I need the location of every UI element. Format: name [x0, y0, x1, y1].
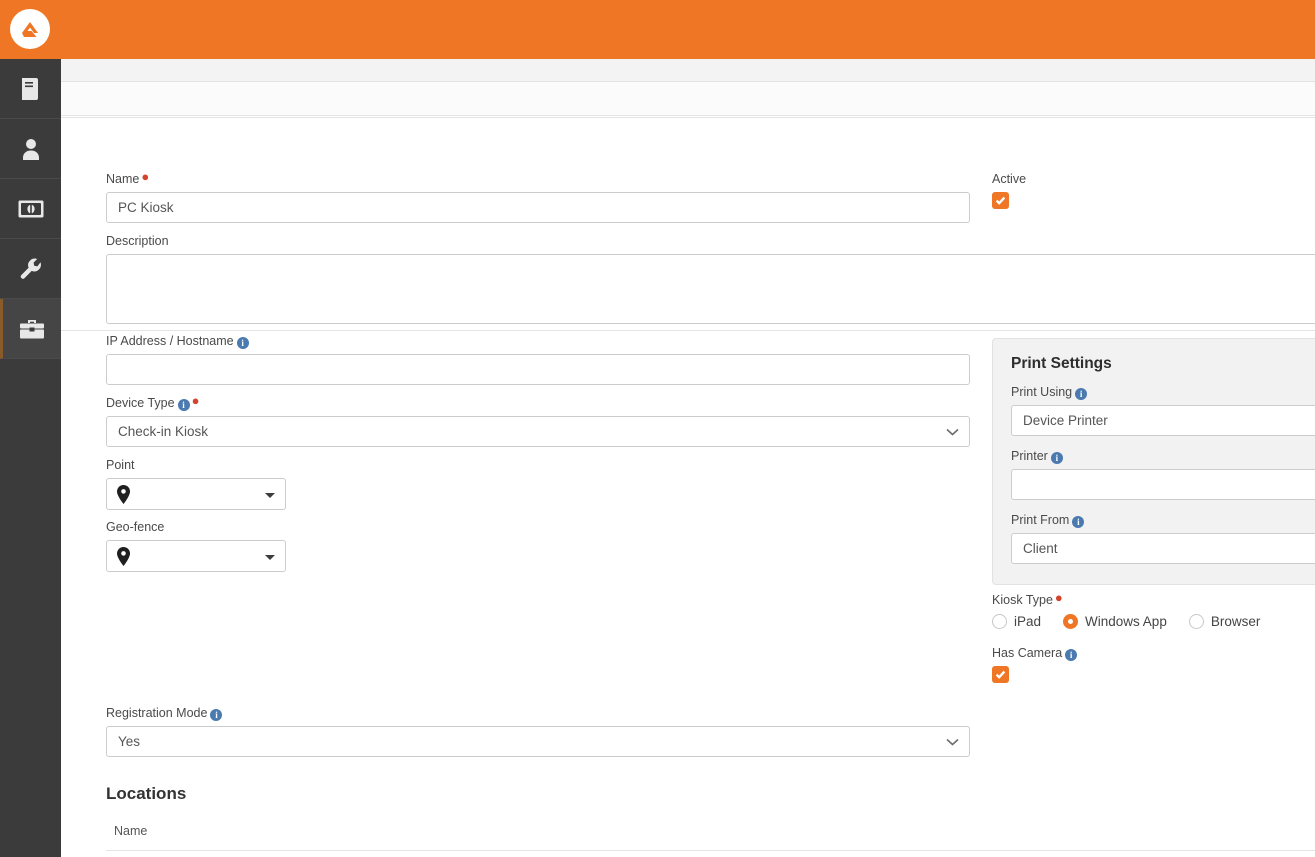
top-header-bar	[0, 0, 1315, 59]
print-from-select[interactable]: Client	[1011, 533, 1315, 564]
point-label: Point	[106, 457, 286, 473]
locations-grid: Name Main Campus	[106, 824, 1315, 857]
radio-selected-icon	[1063, 614, 1078, 629]
has-camera-field-group: Has Camerai	[992, 645, 1077, 683]
active-checkbox[interactable]	[992, 192, 1009, 209]
book-icon	[20, 77, 42, 101]
table-row[interactable]: Main Campus	[106, 851, 1315, 857]
sidebar-item-finance[interactable]	[0, 179, 61, 239]
caret-down-icon	[265, 555, 275, 560]
block-title-strip	[61, 59, 1315, 82]
locations-grid-header-row: Name	[106, 824, 1315, 850]
print-from-field-group: Print Fromi Client	[1011, 512, 1315, 564]
toolbox-icon	[19, 318, 45, 340]
radio-icon	[1189, 614, 1204, 629]
active-field-group: Active	[992, 171, 1026, 209]
sidebar-item-cms[interactable]	[0, 59, 61, 119]
sidebar-item-people[interactable]	[0, 119, 61, 179]
main-content: Edit Device Name● Active Description	[61, 59, 1315, 857]
radio-icon	[992, 614, 1007, 629]
edit-device-form: Name● Active Description IP Address / Ho…	[61, 116, 1315, 857]
name-field-group: Name●	[106, 171, 970, 223]
ip-address-input[interactable]	[106, 354, 970, 385]
has-camera-checkbox[interactable]	[992, 666, 1009, 683]
kiosk-type-option-browser[interactable]: Browser	[1189, 614, 1261, 629]
info-icon[interactable]: i	[1051, 452, 1063, 464]
map-pin-icon	[117, 485, 130, 504]
print-settings-title: Print Settings	[1011, 355, 1315, 373]
kiosk-type-option-ipad[interactable]: iPad	[992, 614, 1041, 629]
device-type-select[interactable]: Check-in Kiosk	[106, 416, 970, 447]
required-indicator: ●	[141, 169, 149, 184]
sidebar-item-tools[interactable]	[0, 299, 61, 359]
registration-mode-select[interactable]: Yes	[106, 726, 970, 757]
info-icon[interactable]: i	[210, 709, 222, 721]
kiosk-type-label: Kiosk Type●	[992, 592, 1315, 608]
print-using-field-group: Print Usingi Device Printer	[1011, 384, 1315, 436]
ip-address-label: IP Address / Hostnamei	[106, 333, 970, 349]
geofence-field-group: Geo-fence	[106, 519, 286, 572]
block-toolbar-strip	[61, 82, 1315, 116]
rock-rms-logo[interactable]	[10, 9, 50, 49]
name-label: Name●	[106, 171, 970, 187]
locations-column-name: Name	[106, 824, 1315, 838]
print-using-label: Print Usingi	[1011, 384, 1315, 400]
active-label: Active	[992, 171, 1026, 187]
geofence-picker[interactable]	[106, 540, 286, 572]
point-field-group: Point	[106, 457, 286, 510]
registration-mode-field-group: Registration Modei Yes	[106, 705, 970, 757]
section-divider-1	[61, 330, 1315, 331]
geofence-label: Geo-fence	[106, 519, 286, 535]
info-icon[interactable]: i	[1065, 649, 1077, 661]
point-picker[interactable]	[106, 478, 286, 510]
description-textarea[interactable]	[106, 254, 1315, 324]
info-icon[interactable]: i	[1072, 516, 1084, 528]
wrench-icon	[19, 257, 43, 281]
device-type-label: Device Typei●	[106, 395, 970, 411]
info-icon[interactable]: i	[1075, 388, 1087, 400]
locations-section: Locations Name Main Campus	[106, 784, 1315, 857]
map-pin-icon	[117, 547, 130, 566]
print-using-select[interactable]: Device Printer	[1011, 405, 1315, 436]
kiosk-type-option-windows-app[interactable]: Windows App	[1063, 614, 1167, 629]
info-icon[interactable]: i	[178, 399, 190, 411]
required-indicator: ●	[1055, 590, 1063, 605]
sidebar-item-admin[interactable]	[0, 239, 61, 299]
name-input[interactable]	[106, 192, 970, 223]
info-icon[interactable]: i	[237, 337, 249, 349]
printer-field-group: Printeri	[1011, 448, 1315, 500]
description-field-group: Description	[106, 233, 1315, 329]
kiosk-type-field-group: Kiosk Type● iPad Windows App Browser	[992, 592, 1315, 629]
print-from-label: Print Fromi	[1011, 512, 1315, 528]
description-label: Description	[106, 233, 1315, 249]
locations-heading: Locations	[106, 784, 1315, 804]
print-settings-panel: Print Settings Print Usingi Device Print…	[992, 338, 1315, 585]
money-icon	[18, 200, 44, 218]
has-camera-label: Has Camerai	[992, 645, 1077, 661]
section-divider-0	[61, 117, 1315, 118]
caret-down-icon	[265, 493, 275, 498]
ip-address-field-group: IP Address / Hostnamei	[106, 333, 970, 385]
required-indicator: ●	[192, 393, 200, 408]
left-nav-rail	[0, 59, 61, 857]
device-type-field-group: Device Typei● Check-in Kiosk	[106, 395, 970, 447]
person-icon	[20, 137, 42, 161]
printer-label: Printeri	[1011, 448, 1315, 464]
registration-mode-label: Registration Modei	[106, 705, 970, 721]
printer-select[interactable]	[1011, 469, 1315, 500]
